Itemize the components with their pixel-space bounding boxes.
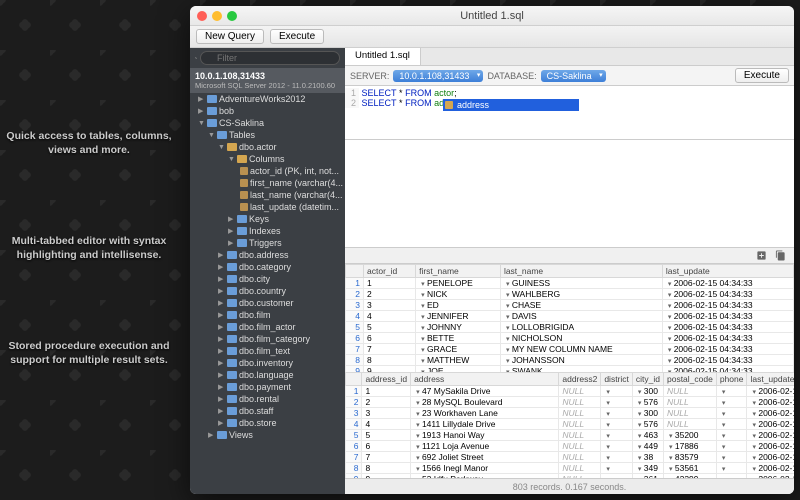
table-row[interactable]: 44▾ 1411 Lillydale DriveNULL▾ ▾ 576NULL▾… — [346, 418, 795, 429]
sql-editor[interactable]: 1 SELECT * FROM actor; 2 SELECT * FROM a… — [345, 86, 794, 140]
results-grid-1[interactable]: actor_idfirst_namelast_namelast_update11… — [345, 264, 794, 372]
table-row[interactable]: 33▾ ED▾ CHASE▾ 2006-02-15 04:34:33 — [346, 299, 794, 310]
column-last-update[interactable]: last_update (datetim... — [190, 201, 345, 213]
new-query-button[interactable]: New Query — [196, 29, 264, 44]
table-row[interactable]: 88▾ 1566 Inegl ManorNULL▾ ▾ 349▾ 53561▾ … — [346, 462, 795, 473]
db-bob[interactable]: ▶bob — [190, 105, 345, 117]
server-header[interactable]: 10.0.1.108,31433 Microsoft SQL Server 20… — [190, 68, 345, 93]
column-actor-id[interactable]: actor_id (PK, int, not... — [190, 165, 345, 177]
db-cssaklina[interactable]: ▼CS-Saklina — [190, 117, 345, 129]
column-header[interactable]: last_update — [747, 372, 794, 385]
table-dbo-payment[interactable]: ▶dbo.payment — [190, 381, 345, 393]
column-header[interactable]: address — [411, 372, 559, 385]
table-dbo-film-text[interactable]: ▶dbo.film_text — [190, 345, 345, 357]
sidebar: 10.0.1.108,31433 Microsoft SQL Server 20… — [190, 48, 345, 494]
database-select[interactable]: CS-Saklina — [541, 70, 606, 82]
gear-icon[interactable] — [195, 52, 197, 64]
promo-text-2: Multi-tabbed editor with syntax highligh… — [4, 235, 174, 262]
editor-panel: Untitled 1.sql SERVER: 10.0.1.108,31433 … — [345, 48, 794, 494]
column-header[interactable]: district — [601, 372, 633, 385]
table-row[interactable]: 55▾ JOHNNY▾ LOLLOBRIGIDA▾ 2006-02-15 04:… — [346, 321, 794, 332]
table-dbo-rental[interactable]: ▶dbo.rental — [190, 393, 345, 405]
column-header[interactable]: actor_id — [364, 264, 416, 277]
indexes-folder[interactable]: ▶Indexes — [190, 225, 345, 237]
column-header[interactable]: phone — [716, 372, 747, 385]
table-dbo-category[interactable]: ▶dbo.category — [190, 261, 345, 273]
execute-query-button[interactable]: Execute — [735, 68, 789, 83]
database-label: DATABASE: — [487, 71, 536, 81]
results-toolbar — [345, 248, 794, 264]
table-row[interactable]: 77▾ GRACE▾ MY NEW COLUMN NAME▾ 2006-02-1… — [346, 343, 794, 354]
table-row[interactable]: 55▾ 1913 Hanoi WayNULL▾ ▾ 463▾ 35200▾ ▾ … — [346, 429, 795, 440]
tab-bar: Untitled 1.sql — [345, 48, 794, 66]
table-row[interactable]: 22▾ 28 MySQL BoulevardNULL▾ ▾ 576NULL▾ ▾… — [346, 396, 795, 407]
tables-folder[interactable]: ▼Tables — [190, 129, 345, 141]
export-icon[interactable] — [756, 250, 767, 261]
table-row[interactable]: 44▾ JENNIFER▾ DAVIS▾ 2006-02-15 04:34:33 — [346, 310, 794, 321]
column-header[interactable]: first_name — [416, 264, 501, 277]
keys-folder[interactable]: ▶Keys — [190, 213, 345, 225]
window-title: Untitled 1.sql — [190, 10, 794, 22]
views-folder[interactable]: ▶Views — [190, 429, 345, 441]
table-row[interactable]: 88▾ MATTHEW▾ JOHANSSON▾ 2006-02-15 04:34… — [346, 354, 794, 365]
table-row[interactable]: 66▾ BETTE▾ NICHOLSON▾ 2006-02-15 04:34:3… — [346, 332, 794, 343]
table-dbo-store[interactable]: ▶dbo.store — [190, 417, 345, 429]
column-last-name[interactable]: last_name (varchar(4... — [190, 189, 345, 201]
table-dbo-film[interactable]: ▶dbo.film — [190, 309, 345, 321]
table-dbo-film-actor[interactable]: ▶dbo.film_actor — [190, 321, 345, 333]
table-dbo-film-category[interactable]: ▶dbo.film_category — [190, 333, 345, 345]
server-label: SERVER: — [350, 71, 389, 81]
autocomplete-popup[interactable]: address — [443, 99, 579, 111]
column-header[interactable]: address_id — [362, 372, 411, 385]
table-dbo-country[interactable]: ▶dbo.country — [190, 285, 345, 297]
table-row[interactable]: 22▾ NICK▾ WAHLBERG▾ 2006-02-15 04:34:33 — [346, 288, 794, 299]
table-dbo-customer[interactable]: ▶dbo.customer — [190, 297, 345, 309]
table-row[interactable]: 77▾ 692 Joliet StreetNULL▾ ▾ 38▾ 83579▾ … — [346, 451, 795, 462]
promo-text-3: Stored procedure execution and support f… — [4, 340, 174, 367]
table-row[interactable]: 11▾ PENELOPE▾ GUINESS▾ 2006-02-15 04:34:… — [346, 277, 794, 288]
column-header[interactable]: city_id — [632, 372, 663, 385]
app-window: Untitled 1.sql New Query Execute 10.0.1.… — [190, 6, 794, 494]
execute-button[interactable]: Execute — [270, 29, 324, 44]
table-dbo-language[interactable]: ▶dbo.language — [190, 369, 345, 381]
results-grid-2[interactable]: address_idaddressaddress2districtcity_id… — [345, 372, 794, 479]
table-dbo-staff[interactable]: ▶dbo.staff — [190, 405, 345, 417]
connection-bar: SERVER: 10.0.1.108,31433 DATABASE: CS-Sa… — [345, 66, 794, 86]
triggers-folder[interactable]: ▶Triggers — [190, 237, 345, 249]
table-dbo-city[interactable]: ▶dbo.city — [190, 273, 345, 285]
table-row[interactable]: 66▾ 1121 Loja AvenueNULL▾ ▾ 449▾ 17886▾ … — [346, 440, 795, 451]
status-bar: 803 records. 0.167 seconds. — [345, 478, 794, 494]
table-dbo-inventory[interactable]: ▶dbo.inventory — [190, 357, 345, 369]
column-header[interactable]: address2 — [559, 372, 601, 385]
columns-folder[interactable]: ▼Columns — [190, 153, 345, 165]
column-header[interactable]: last_name — [500, 264, 662, 277]
column-header[interactable] — [346, 372, 362, 385]
promo-text-1: Quick access to tables, columns, views a… — [4, 130, 174, 157]
db-adventureworks[interactable]: ▶AdventureWorks2012 — [190, 93, 345, 105]
tab-untitled[interactable]: Untitled 1.sql — [345, 48, 421, 65]
table-dbo-address[interactable]: ▶dbo.address — [190, 249, 345, 261]
column-first-name[interactable]: first_name (varchar(4... — [190, 177, 345, 189]
column-header[interactable] — [346, 264, 364, 277]
table-row[interactable]: 33▾ 23 Workhaven LaneNULL▾ ▾ 300NULL▾ ▾ … — [346, 407, 795, 418]
titlebar: Untitled 1.sql — [190, 6, 794, 26]
column-header[interactable]: last_update — [662, 264, 793, 277]
filter-input[interactable] — [200, 51, 340, 65]
server-select[interactable]: 10.0.1.108,31433 — [393, 70, 483, 82]
column-header[interactable]: postal_code — [663, 372, 716, 385]
main-toolbar: New Query Execute — [190, 26, 794, 48]
table-row[interactable]: 11▾ 47 MySakila DriveNULL▾ ▾ 300NULL▾ ▾ … — [346, 385, 795, 396]
table-dbo-actor[interactable]: ▼dbo.actor — [190, 141, 345, 153]
copy-icon[interactable] — [775, 250, 786, 261]
